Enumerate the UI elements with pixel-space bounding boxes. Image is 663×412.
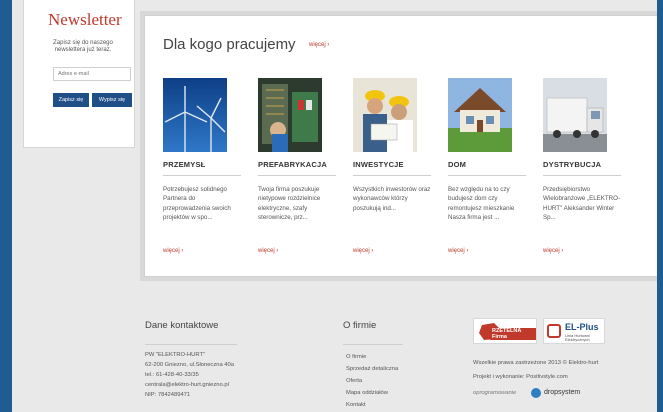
card-more-link[interactable]: więcej › [543, 248, 563, 254]
card-more-link[interactable]: więcej › [163, 248, 183, 254]
footer-link-sprzedaz[interactable]: Sprzedaż detaliczna [346, 366, 398, 372]
right-frame-bar [657, 0, 663, 412]
dropsystem-logo-icon [531, 388, 541, 398]
el-plus-logo-icon [547, 324, 561, 338]
card-title: DOM [448, 160, 467, 169]
footer-link-mapa[interactable]: Mapa oddziałów [346, 390, 388, 396]
card-text: Wszystkich inwestorów oraz wykonawców kt… [353, 186, 431, 212]
card-more-link[interactable]: więcej › [448, 248, 468, 254]
card-text: Potrzebujesz solidnego Partnera do przep… [163, 186, 231, 222]
contact-line: 62-200 Gniezno, ul.Słoneczna 40a [145, 362, 234, 368]
el-plus-badge[interactable]: EL-Plus Unia Hurtowni Elektrycznych [543, 318, 605, 344]
copyright-text: Wszelkie prawa zastrzeżone 2013 © Elektr… [473, 360, 599, 366]
card-title: INWESTYCJE [353, 160, 404, 169]
card-inwestycje[interactable]: INWESTYCJE Wszystkich inwestorów oraz wy… [353, 78, 435, 254]
contact-title: Dane kontaktowe [145, 320, 219, 331]
newsletter-title: Newsletter [48, 10, 122, 29]
contact-line: PW "ELEKTRO-HURT" [145, 352, 206, 358]
house-image[interactable] [448, 78, 512, 152]
truck-image[interactable] [543, 78, 607, 152]
el-plus-sub: Unia Hurtowni Elektrycznych [565, 333, 591, 343]
engineers-image[interactable] [353, 78, 417, 152]
footer-link-oferta[interactable]: Oferta [346, 378, 362, 384]
contact-line: tel.: 61-428-40-33/35 [145, 372, 199, 378]
divider [258, 175, 336, 176]
divider [343, 344, 403, 345]
software-label: oprogramowanie [473, 390, 517, 396]
about-title: O firmie [343, 320, 377, 331]
email-input[interactable] [53, 67, 131, 81]
card-more-link[interactable]: więcej › [353, 248, 373, 254]
panel-more-link[interactable]: więcej › [309, 42, 329, 48]
divider [145, 344, 237, 345]
rzetelna-label: RZETELNA Firma [490, 328, 536, 340]
card-prefabrykacja[interactable]: PREFABRYKACJA Twoja firma poszukuje niet… [258, 78, 340, 254]
dropsystem-link[interactable]: dropsystem [544, 389, 580, 396]
project-credit-link[interactable]: Projekt i wykonanie: Positivstyle.com [473, 374, 568, 380]
card-dystrybucja[interactable]: DYSTRYBUCJA Przedsiębiorstwo Wielobranżo… [543, 78, 625, 254]
card-text: Przedsiębiorstwo Wielobranżowe „ELEKTRO-… [543, 186, 621, 222]
card-przemysl[interactable]: PRZEMYSŁ Potrzebujesz solidnego Partnera… [163, 78, 245, 254]
panel-title: Dla kogo pracujemy [163, 36, 296, 53]
card-title: PREFABRYKACJA [258, 160, 327, 169]
newsletter-description: Zapisz się do naszego newslettera już te… [53, 40, 113, 53]
card-more-link[interactable]: więcej › [258, 248, 278, 254]
divider [353, 175, 431, 176]
card-text: Twoja firma poszukuje nietypowe rozdziel… [258, 186, 321, 222]
clients-panel: Dla kogo pracujemy więcej › PRZEMYSŁ Pot… [144, 15, 660, 277]
card-title: DYSTRYBUCJA [543, 160, 602, 169]
footer-link-kontakt[interactable]: Kontakt [346, 402, 366, 408]
footer: Dane kontaktowe PW "ELEKTRO-HURT" 62-200… [12, 288, 663, 412]
newsletter-box: Newsletter Zapisz się do naszego newslet… [23, 0, 135, 148]
card-dom[interactable]: DOM Bez względu na to czy budujesz dom c… [448, 78, 530, 254]
wind-turbines-image[interactable] [163, 78, 227, 152]
card-text: Bez względu na to czy budujesz dom czy r… [448, 186, 515, 222]
subscribe-button[interactable]: Zapisz się [53, 93, 89, 107]
rzetelna-firma-badge[interactable]: RZETELNA Firma [473, 318, 537, 344]
el-plus-label: EL-Plus [565, 322, 599, 332]
footer-link-o-firmie[interactable]: O firmie [346, 354, 366, 360]
divider [543, 175, 621, 176]
unsubscribe-button[interactable]: Wypisz się [92, 93, 132, 107]
switchboard-image[interactable] [258, 78, 322, 152]
contact-email-link[interactable]: centrala@elektro-hurt.gniezno.pl [145, 382, 229, 388]
divider [448, 175, 526, 176]
card-title: PRZEMYSŁ [163, 160, 206, 169]
divider [163, 175, 241, 176]
page: Newsletter Zapisz się do naszego newslet… [12, 0, 663, 412]
contact-line: NIP: 7842489471 [145, 392, 191, 398]
